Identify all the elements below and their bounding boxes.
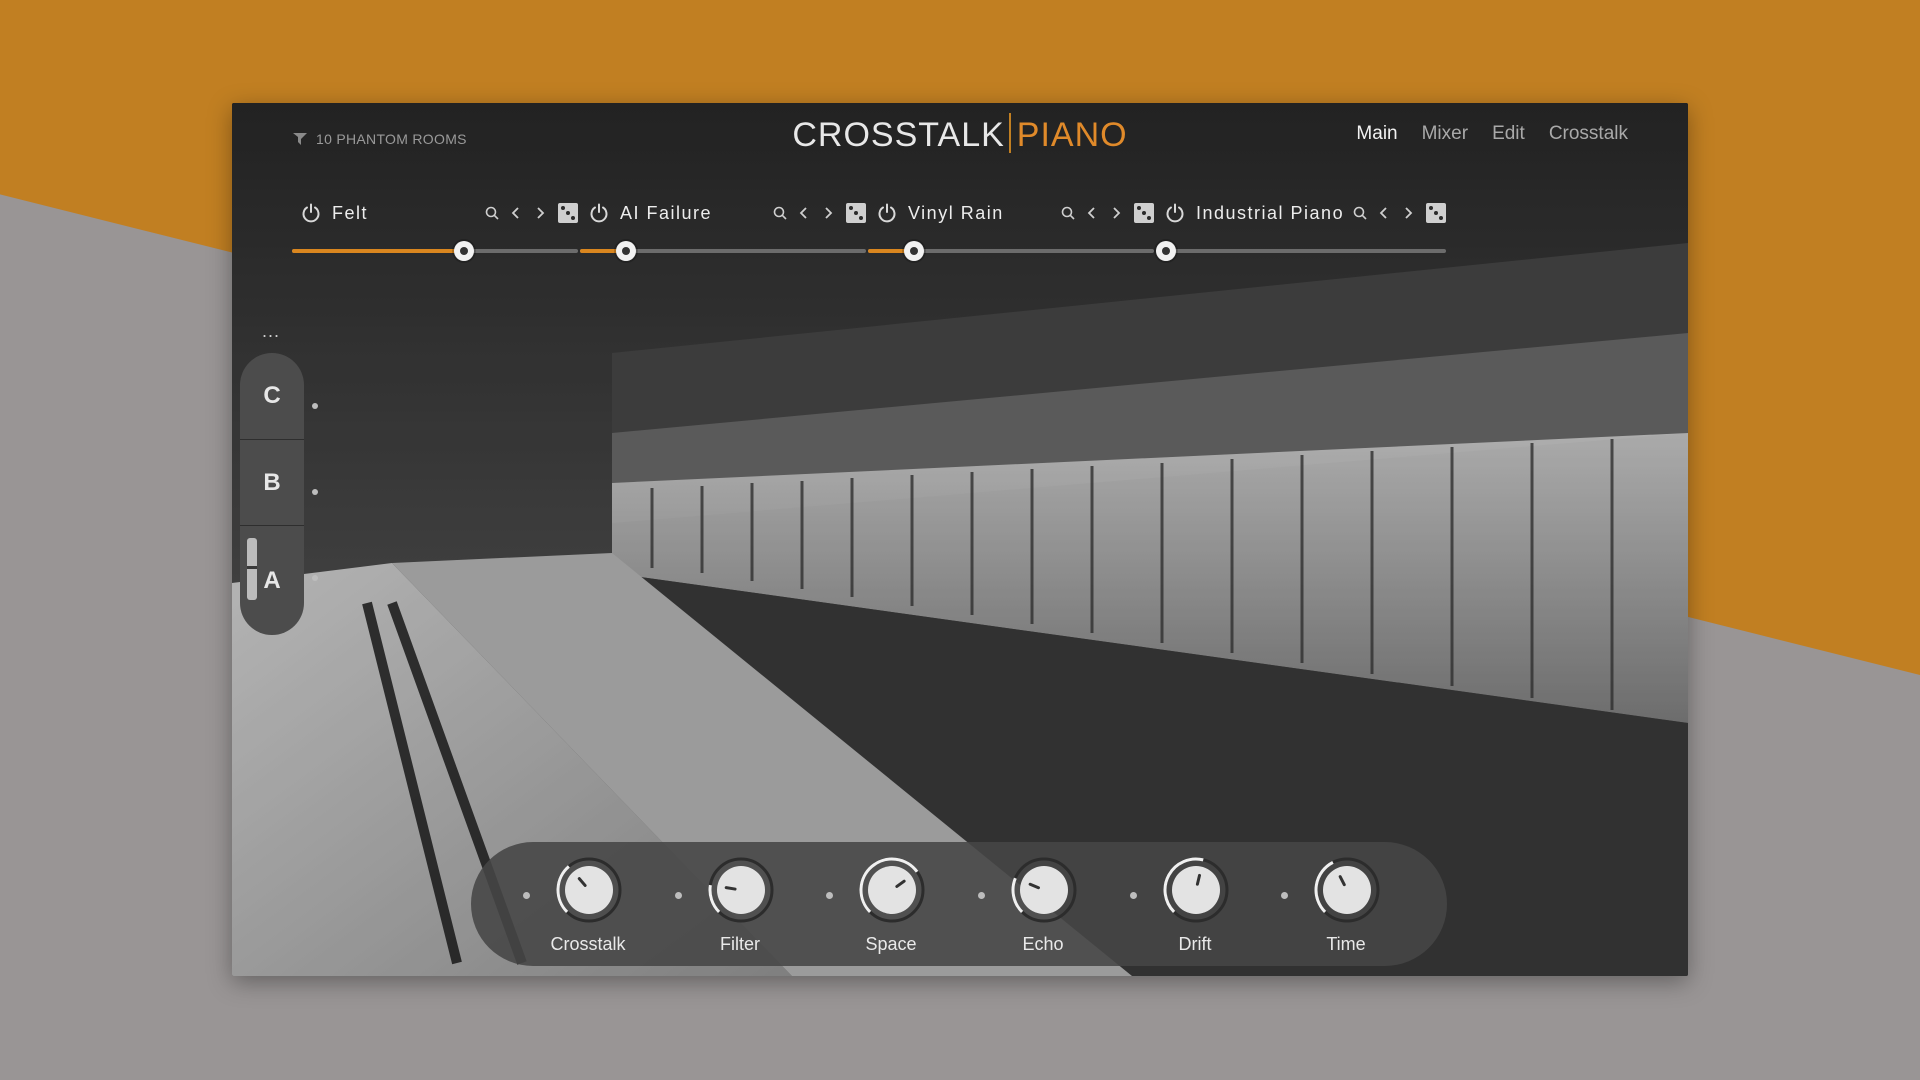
dice-randomize-icon[interactable]	[846, 203, 866, 223]
knob-label: Crosstalk	[550, 934, 626, 954]
layer-volume-slider[interactable]	[580, 241, 866, 261]
knob-dial[interactable]	[705, 854, 777, 926]
knob-modulation-dot[interactable]	[978, 892, 985, 899]
knob-label: Filter	[720, 934, 760, 954]
dice-randomize-icon[interactable]	[1426, 203, 1446, 223]
layer-header: Vinyl Rain	[876, 199, 1154, 227]
dice-randomize-icon[interactable]	[558, 203, 578, 223]
layer-header: Industrial Piano	[1164, 199, 1446, 227]
knob-label: Time	[1326, 934, 1366, 954]
scene-a-indicator	[312, 575, 318, 581]
chevron-left-icon[interactable]	[1372, 202, 1396, 224]
search-icon[interactable]	[1348, 202, 1372, 224]
chevron-right-icon[interactable]	[1104, 202, 1128, 224]
macro-knob-crosstalk[interactable]: Crosstalk	[523, 854, 643, 954]
knob-label: Echo	[1022, 934, 1064, 954]
macro-knob-panel: Crosstalk Filter Space Echo Drift Time	[471, 842, 1447, 966]
layer-strip: Felt	[292, 199, 578, 261]
active-scene-marker	[247, 538, 257, 600]
search-icon[interactable]	[768, 202, 792, 224]
nav-mixer[interactable]: Mixer	[1422, 123, 1468, 145]
layer-name[interactable]: Industrial Piano	[1196, 203, 1348, 224]
scene-c-button[interactable]: C	[240, 353, 304, 439]
power-icon[interactable]	[876, 202, 898, 224]
layer-header: AI Failure	[588, 199, 866, 227]
knob-label: Space	[865, 934, 917, 954]
layer-strip: Vinyl Rain	[868, 199, 1154, 261]
macro-knob-echo[interactable]: Echo	[978, 854, 1098, 954]
scene-b-indicator	[312, 489, 318, 495]
knob-dial[interactable]	[856, 854, 928, 926]
search-icon[interactable]	[1056, 202, 1080, 224]
dice-randomize-icon[interactable]	[1134, 203, 1154, 223]
nav-crosstalk[interactable]: Crosstalk	[1549, 123, 1628, 145]
layer-name[interactable]: Felt	[332, 203, 480, 224]
layer-volume-slider[interactable]	[292, 241, 578, 261]
chevron-right-icon[interactable]	[816, 202, 840, 224]
knob-modulation-dot[interactable]	[675, 892, 682, 899]
macro-knob-time[interactable]: Time	[1281, 854, 1401, 954]
title-main: CROSSTALK	[792, 116, 1005, 154]
chevron-left-icon[interactable]	[504, 202, 528, 224]
scene-b-button[interactable]: B	[240, 439, 304, 526]
chevron-right-icon[interactable]	[1396, 202, 1420, 224]
knob-dial[interactable]	[1008, 854, 1080, 926]
layer-name[interactable]: AI Failure	[620, 203, 768, 224]
knob-modulation-dot[interactable]	[523, 892, 530, 899]
nav-edit[interactable]: Edit	[1492, 123, 1525, 145]
macro-knob-filter[interactable]: Filter	[675, 854, 795, 954]
layer-volume-slider[interactable]	[868, 241, 1154, 261]
slider-thumb[interactable]	[615, 241, 636, 261]
layer-strip: AI Failure	[580, 199, 866, 261]
layer-header: Felt	[300, 199, 578, 227]
title-accent: PIANO	[1016, 116, 1128, 154]
power-icon[interactable]	[1164, 202, 1186, 224]
knob-modulation-dot[interactable]	[1130, 892, 1137, 899]
slider-thumb[interactable]	[903, 241, 924, 261]
layer-strip: Industrial Piano	[1156, 199, 1446, 261]
macro-knob-drift[interactable]: Drift	[1130, 854, 1250, 954]
knob-modulation-dot[interactable]	[826, 892, 833, 899]
slider-track	[1156, 249, 1446, 253]
more-options-button[interactable]: ...	[262, 321, 280, 342]
chevron-right-icon[interactable]	[528, 202, 552, 224]
scene-c-indicator	[312, 403, 318, 409]
slider-thumb[interactable]	[453, 241, 474, 261]
power-icon[interactable]	[588, 202, 610, 224]
scene-selector: C B A	[240, 353, 304, 635]
layer-name[interactable]: Vinyl Rain	[908, 203, 1056, 224]
chevron-left-icon[interactable]	[1080, 202, 1104, 224]
slider-thumb[interactable]	[1156, 241, 1176, 261]
chevron-left-icon[interactable]	[792, 202, 816, 224]
scene-a-button[interactable]: A	[240, 525, 304, 635]
knob-modulation-dot[interactable]	[1281, 892, 1288, 899]
top-nav: Main Mixer Edit Crosstalk	[1356, 123, 1628, 145]
power-icon[interactable]	[300, 202, 322, 224]
knob-dial[interactable]	[1311, 854, 1383, 926]
search-icon[interactable]	[480, 202, 504, 224]
slider-fill	[292, 249, 464, 253]
scene-a-label: A	[263, 567, 281, 594]
layer-volume-slider[interactable]	[1156, 241, 1446, 261]
knob-dial[interactable]	[553, 854, 625, 926]
title-divider	[1008, 113, 1011, 153]
knob-label: Drift	[1178, 934, 1212, 954]
nav-main[interactable]: Main	[1356, 123, 1397, 145]
plugin-window: 10 PHANTOM ROOMS CROSSTALK PIANO Main Mix…	[232, 103, 1688, 976]
knob-dial[interactable]	[1160, 854, 1232, 926]
macro-knob-space[interactable]: Space	[826, 854, 946, 954]
